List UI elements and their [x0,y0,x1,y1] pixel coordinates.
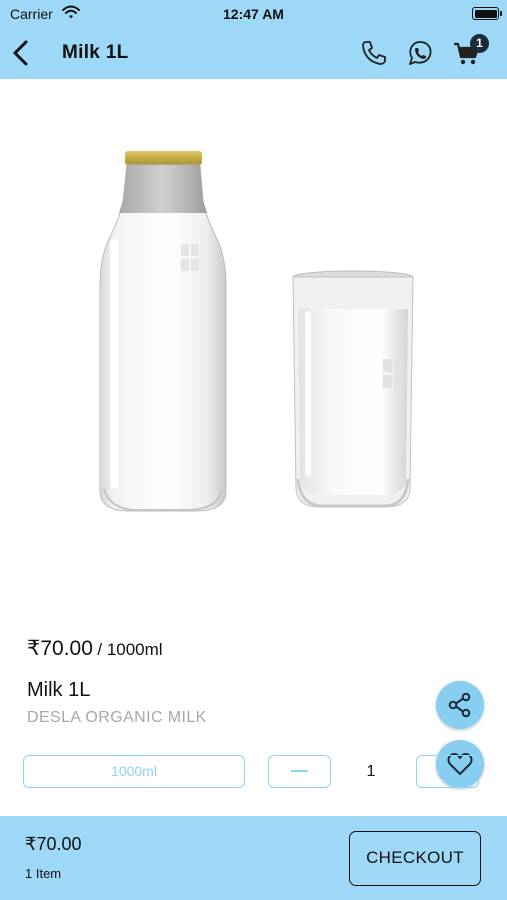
phone-icon [362,41,386,65]
checkout-button[interactable]: CHECKOUT [349,831,481,886]
whatsapp-icon [409,41,432,65]
share-button[interactable] [436,681,484,729]
quantity-increase-button[interactable] [416,755,479,788]
price-row: ₹70.00 / 1000ml [27,636,163,661]
quantity-value: 1 [366,763,376,780]
call-button[interactable] [359,38,389,68]
battery-icon [472,7,502,20]
status-time: 12:47 AM [223,6,284,22]
whatsapp-button[interactable] [405,38,435,68]
cart-total: ₹70.00 [25,834,82,854]
product-image [0,79,507,609]
product-brand: DESLA ORGANIC MILK [27,709,207,726]
cart-item-count: 1 Item [25,866,62,881]
page-title: Milk 1L [62,42,129,63]
minus-icon [291,770,308,772]
product-name: Milk 1L [27,679,91,701]
quantity-decrease-button[interactable] [268,755,331,788]
product-price: ₹70.00 [27,637,93,660]
chevron-left-icon [13,40,28,66]
status-bar: Carrier 12:47 AM [0,0,507,28]
price-unit: / 1000ml [97,640,163,659]
share-icon [448,692,471,718]
nav-bar: Milk 1L 1 [0,28,507,79]
back-button[interactable] [8,38,36,68]
checkout-bar: ₹70.00 1 Item CHECKOUT [0,816,507,900]
variant-selector[interactable]: 1000ml [23,755,245,788]
cart-count-badge: 1 [470,34,489,53]
